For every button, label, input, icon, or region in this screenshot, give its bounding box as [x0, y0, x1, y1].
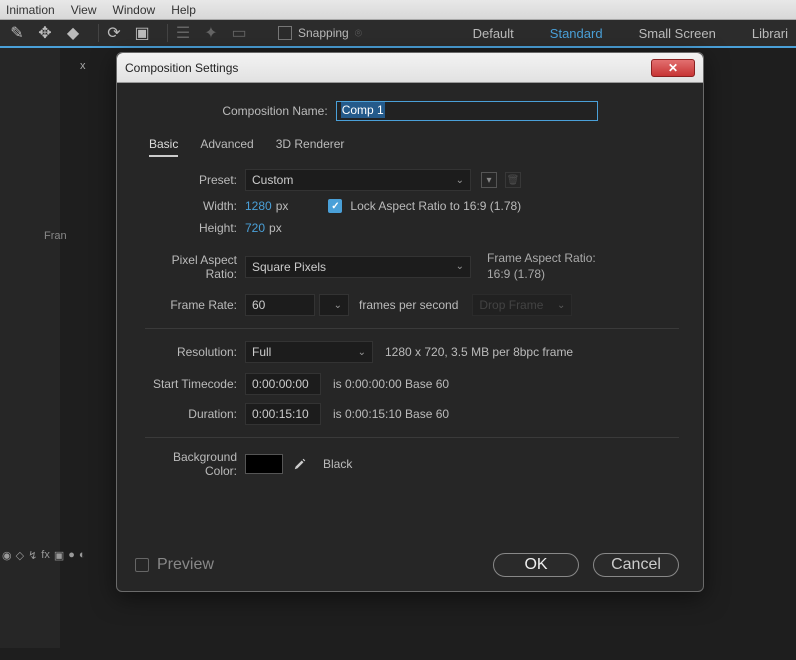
snapping-checkbox-icon[interactable] — [278, 26, 292, 40]
frame-aspect-ratio-value: 16:9 (1.78) — [487, 267, 596, 283]
height-unit: px — [269, 221, 282, 235]
composition-settings-dialog: Composition Settings ✕ Composition Name:… — [116, 52, 704, 592]
frame-aspect-ratio-title: Frame Aspect Ratio: — [487, 251, 596, 267]
toolbar-separator — [98, 24, 99, 42]
dialog-footer: ✓ Preview OK Cancel — [117, 543, 703, 591]
par-value: Square Pixels — [252, 260, 326, 274]
divider — [145, 328, 679, 329]
frame-rate-value: 60 — [252, 298, 265, 312]
panel-close-icon[interactable]: x — [80, 60, 86, 72]
tab-3d-renderer[interactable]: 3D Renderer — [276, 137, 345, 157]
save-preset-icon[interactable]: ▾ — [481, 172, 497, 188]
resolution-value: Full — [252, 345, 271, 359]
chevron-down-icon: ⌄ — [358, 347, 366, 358]
ok-button[interactable]: OK — [493, 553, 579, 577]
workspace-default[interactable]: Default — [473, 26, 514, 41]
frame-rate-input[interactable]: 60 — [245, 294, 315, 316]
duration-label: Duration: — [145, 407, 245, 421]
start-timecode-info: is 0:00:00:00 Base 60 — [333, 377, 449, 391]
drop-frame-value: Drop Frame — [479, 298, 543, 312]
divider — [145, 437, 679, 438]
background-color-label: Background Color: — [145, 450, 245, 478]
eyedropper-icon[interactable] — [291, 455, 309, 473]
snapping-toggle[interactable]: Snapping ⌾ — [278, 26, 362, 41]
lock-aspect-label: Lock Aspect Ratio to 16:9 (1.78) — [350, 199, 521, 213]
workspace-switcher: Default Standard Small Screen Librari — [473, 26, 788, 41]
chevron-down-icon: ⌄ — [557, 300, 565, 311]
composition-name-input[interactable]: Comp 1 — [336, 101, 598, 121]
height-input[interactable]: 720 — [245, 221, 265, 235]
drop-frame-dropdown: Drop Frame ⌄ — [472, 294, 572, 316]
toolbar-separator — [167, 24, 168, 42]
menu-item-window[interactable]: Window — [113, 3, 156, 17]
snapping-label: Snapping — [298, 26, 349, 40]
tool-arrow-icon[interactable]: ✎ — [8, 24, 26, 42]
par-label: Pixel Aspect Ratio: — [145, 253, 245, 281]
dialog-title: Composition Settings — [125, 61, 238, 75]
background-color-swatch[interactable] — [245, 454, 283, 474]
tab-advanced[interactable]: Advanced — [200, 137, 253, 157]
lock-aspect-checkbox[interactable]: ✓ — [328, 199, 342, 213]
timeline-icons-strip: ◉ ◇ ↯fx▣●◐ — [2, 546, 86, 564]
chevron-down-icon: ⌄ — [456, 175, 464, 186]
resolution-label: Resolution: — [145, 345, 245, 359]
duration-input[interactable]: 0:00:15:10 — [245, 403, 321, 425]
menu-item-help[interactable]: Help — [171, 3, 196, 17]
chevron-down-icon: ⌄ — [456, 261, 464, 272]
tool-camera-icon[interactable]: ▣ — [133, 24, 151, 42]
pixel-aspect-ratio-dropdown[interactable]: Square Pixels ⌄ — [245, 256, 471, 278]
timeline-lock-icon[interactable]: ◇ — [16, 549, 24, 562]
delete-preset-icon: 🗑 — [505, 172, 521, 188]
resolution-info: 1280 x 720, 3.5 MB per 8bpc frame — [385, 345, 573, 359]
tool-puppet-icon: ☰ — [174, 24, 192, 42]
preset-label: Preset: — [145, 173, 245, 187]
tool-shape-icon[interactable]: ◆ — [64, 24, 82, 42]
chevron-down-icon: ⌄ — [334, 300, 342, 311]
tool-hand-icon[interactable]: ✥ — [36, 24, 54, 42]
resolution-dropdown[interactable]: Full ⌄ — [245, 341, 373, 363]
timeline-eye-icon[interactable]: ◉ — [2, 549, 12, 562]
start-timecode-label: Start Timecode: — [145, 377, 245, 391]
tool-mask-icon: ▭ — [230, 24, 248, 42]
width-input[interactable]: 1280 — [245, 199, 272, 213]
preview-checkbox[interactable]: ✓ — [135, 558, 149, 572]
preset-value: Custom — [252, 173, 293, 187]
height-label: Height: — [145, 221, 245, 235]
workspace-libraries[interactable]: Librari — [752, 26, 788, 41]
dialog-titlebar[interactable]: Composition Settings ✕ — [117, 53, 703, 83]
tool-rotate-icon[interactable]: ⟳ — [105, 24, 123, 42]
start-timecode-input[interactable]: 0:00:00:00 — [245, 373, 321, 395]
workspace-small-screen[interactable]: Small Screen — [639, 26, 716, 41]
dialog-tabs: Basic Advanced 3D Renderer — [149, 137, 679, 157]
tab-basic[interactable]: Basic — [149, 137, 178, 157]
start-timecode-value: 0:00:00:00 — [252, 377, 309, 391]
app-menubar: Inimation View Window Help — [0, 0, 796, 20]
duration-info: is 0:00:15:10 Base 60 — [333, 407, 449, 421]
composition-name-value: Comp 1 — [341, 102, 385, 118]
background-color-name: Black — [323, 457, 352, 471]
menu-item-view[interactable]: View — [71, 3, 97, 17]
frame-rate-unit: frames per second — [359, 298, 458, 312]
snapping-magnet-icon[interactable]: ⌾ — [355, 26, 362, 41]
close-icon: ✕ — [668, 61, 678, 75]
cancel-button[interactable]: Cancel — [593, 553, 679, 577]
workspace-standard[interactable]: Standard — [550, 26, 603, 41]
tool-anchor-icon: ✦ — [202, 24, 220, 42]
app-toolbar: ✎ ✥ ◆ ⟳ ▣ ☰ ✦ ▭ Snapping ⌾ Default Stand… — [0, 20, 796, 48]
preset-dropdown[interactable]: Custom ⌄ — [245, 169, 471, 191]
composition-name-label: Composition Name: — [222, 104, 335, 118]
bg-fragment-label: Fran — [44, 230, 67, 242]
width-label: Width: — [145, 199, 245, 213]
width-unit: px — [276, 199, 289, 213]
dialog-body: Composition Name: Comp 1 Basic Advanced … — [117, 83, 703, 543]
preview-label: Preview — [157, 556, 214, 574]
duration-value: 0:00:15:10 — [252, 407, 309, 421]
frame-rate-label: Frame Rate: — [145, 298, 245, 312]
frame-rate-stepper[interactable]: ⌄ — [319, 294, 349, 316]
menu-item-animation[interactable]: Inimation — [6, 3, 55, 17]
dialog-close-button[interactable]: ✕ — [651, 59, 695, 77]
